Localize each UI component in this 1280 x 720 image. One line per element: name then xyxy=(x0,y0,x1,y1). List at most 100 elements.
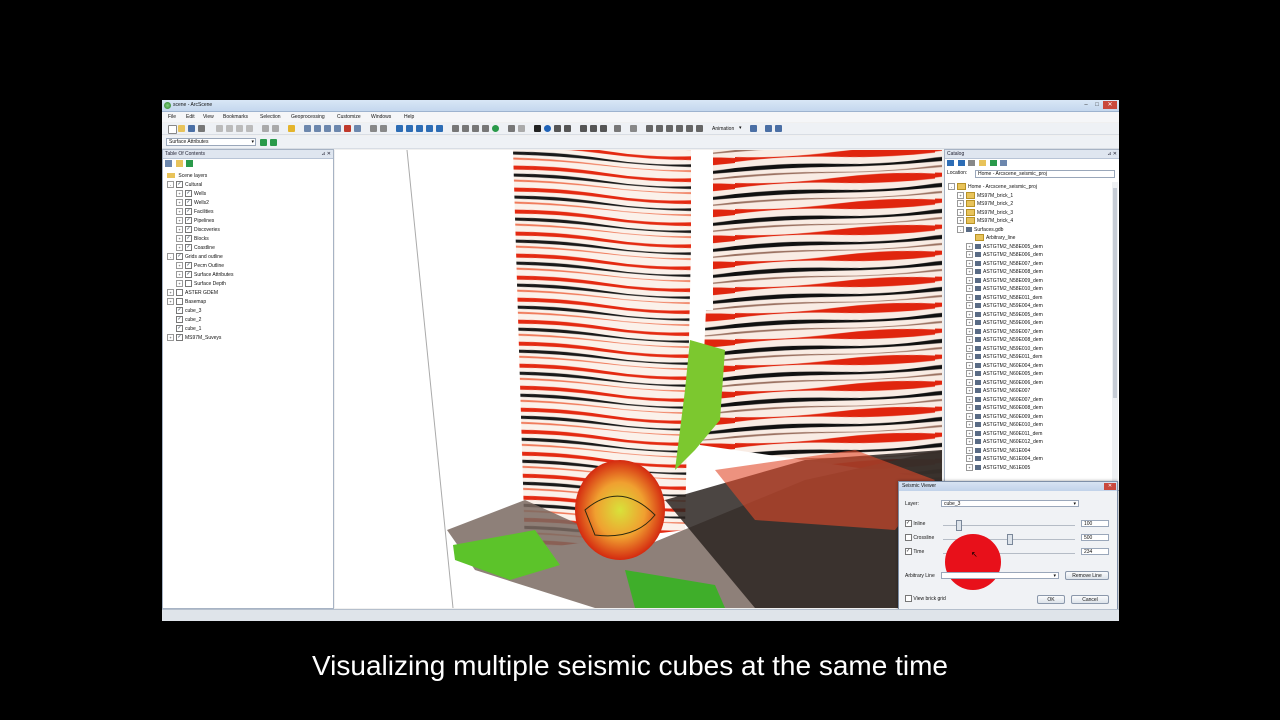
maximize-button[interactable]: □ xyxy=(1092,101,1102,109)
pin-icon[interactable]: ⊿ ✕ xyxy=(1107,150,1117,158)
catalog-raster[interactable]: + ASTGTM2_N59E004_dem xyxy=(966,302,1043,310)
catalog-raster[interactable]: + ASTGTM2_N59E005_dem xyxy=(966,310,1043,319)
cancel-button[interactable]: Cancel xyxy=(1071,595,1109,604)
catalog-raster[interactable]: + ASTGTM2_N61E004 xyxy=(966,446,1030,455)
collapse-icon[interactable]: - xyxy=(948,183,955,191)
graphics-icon[interactable] xyxy=(686,125,693,132)
connect-folder-icon[interactable] xyxy=(979,160,987,166)
expand-icon[interactable]: + xyxy=(966,327,973,335)
export-icon[interactable] xyxy=(696,125,703,132)
catalog-raster[interactable]: + ASTGTM2_N58E007_dem xyxy=(966,259,1043,268)
catalog-folder[interactable]: + MS97M_brick_3 xyxy=(957,208,1013,217)
scene-view[interactable] xyxy=(335,150,942,608)
html-popup-icon[interactable] xyxy=(600,125,607,132)
paste-icon[interactable] xyxy=(236,125,243,132)
catalog-folder[interactable]: + MS97M_brick_4 xyxy=(957,217,1013,225)
expand-icon[interactable]: + xyxy=(957,200,964,208)
animation-controls-icon[interactable] xyxy=(765,125,772,132)
new-document-icon[interactable] xyxy=(168,125,177,134)
catalog-raster[interactable]: + ASTGTM2_N58E006_dem xyxy=(966,251,1043,259)
catalog-window-icon[interactable] xyxy=(314,125,321,132)
cut-icon[interactable] xyxy=(216,125,223,132)
expand-icon[interactable]: + xyxy=(966,344,973,352)
layer-visibility-checkbox[interactable]: ✓ xyxy=(185,226,192,234)
catalog-raster[interactable]: + ASTGTM2_N59E011_dem xyxy=(966,353,1042,361)
zoom-out-icon[interactable] xyxy=(462,125,469,132)
expand-icon[interactable]: + xyxy=(966,361,973,369)
up-one-level-icon[interactable] xyxy=(968,160,976,166)
layer-visibility-checkbox[interactable]: ✓ xyxy=(185,271,192,279)
layer-visibility-checkbox[interactable]: ✓ xyxy=(176,307,183,315)
expand-icon[interactable]: + xyxy=(957,208,964,216)
toc-layer-14[interactable]: ✓ cube_3 xyxy=(167,307,201,315)
location-input[interactable]: Home - Arcscene_seismic_proj xyxy=(975,170,1115,178)
select-elements-icon[interactable] xyxy=(534,125,541,132)
expand-icon[interactable]: + xyxy=(966,353,973,361)
catalog-raster[interactable]: + ASTGTM2_N60E009_dem xyxy=(966,412,1043,421)
catalog-raster[interactable]: + ASTGTM2_N58E005_dem xyxy=(966,242,1043,251)
toc-layer-11[interactable]: + Surface Depth xyxy=(176,280,226,288)
expand-icon[interactable]: + xyxy=(966,438,973,446)
catalog-folder[interactable]: + MS97M_brick_1 xyxy=(957,191,1013,200)
target-center-icon[interactable] xyxy=(416,125,423,132)
expand-icon[interactable]: + xyxy=(176,271,183,279)
toc-layer-4[interactable]: + ✓ Pipelines xyxy=(176,217,214,225)
catalog-raster[interactable]: + ASTGTM2_N60E012_dem xyxy=(966,438,1043,446)
arbitrary-line-select[interactable]: ▾ xyxy=(941,572,1059,579)
catalog-raster[interactable]: + ASTGTM2_N59E007_dem xyxy=(966,327,1043,336)
menu-selection[interactable]: Selection xyxy=(260,114,281,120)
catalog-raster[interactable]: + ASTGTM2_N60E004_dem xyxy=(966,361,1043,370)
expand-icon[interactable]: + xyxy=(176,235,183,243)
refresh-icon[interactable] xyxy=(370,125,377,132)
menu-geoprocessing[interactable]: Geoprocessing xyxy=(291,114,325,120)
brick-grid-checkbox[interactable] xyxy=(905,595,912,602)
catalog-raster[interactable]: + ASTGTM2_N59E010_dem xyxy=(966,344,1043,353)
copy-icon[interactable] xyxy=(226,125,233,132)
catalog-raster[interactable]: + ASTGTM2_N61E004_dem xyxy=(966,455,1043,463)
redo-icon[interactable] xyxy=(272,125,279,132)
layer-visibility-checkbox[interactable]: ✓ xyxy=(185,235,192,243)
toc-layer-13[interactable]: + Basemap xyxy=(167,298,206,306)
layer-refresh-icon[interactable] xyxy=(270,139,277,146)
help-icon[interactable] xyxy=(380,125,387,132)
crossline-slider-thumb[interactable] xyxy=(1007,534,1013,545)
set-observer-icon[interactable] xyxy=(436,125,443,132)
expand-icon[interactable]: + xyxy=(966,259,973,267)
layer-visibility-checkbox[interactable]: ✓ xyxy=(185,217,192,225)
catalog-raster[interactable]: + ASTGTM2_N58E010_dem xyxy=(966,285,1043,293)
toc-layer-1[interactable]: + ✓ Wells xyxy=(176,190,206,198)
seismic-scene[interactable] xyxy=(335,150,942,608)
pan-icon[interactable] xyxy=(472,125,479,132)
playback-icon[interactable] xyxy=(666,125,673,132)
python-window-icon[interactable] xyxy=(344,125,351,132)
layer-properties-icon[interactable] xyxy=(260,139,267,146)
layer-visibility-checkbox[interactable]: ✓ xyxy=(185,208,192,216)
toc-layer-10[interactable]: + ✓ Surface Attributes xyxy=(176,271,233,279)
print-icon[interactable] xyxy=(198,125,205,132)
expand-icon[interactable]: + xyxy=(966,302,973,310)
toc-layer-6[interactable]: + ✓ Blocks xyxy=(176,235,209,243)
expand-icon[interactable]: + xyxy=(966,446,973,454)
catalog-raster[interactable]: + ASTGTM2_N58E009_dem xyxy=(966,276,1043,285)
expand-icon[interactable]: + xyxy=(176,217,183,225)
expand-icon[interactable]: + xyxy=(966,455,973,463)
back-icon[interactable] xyxy=(947,160,954,166)
menu-help[interactable]: Help xyxy=(404,114,414,120)
navigate-icon[interactable] xyxy=(396,125,403,132)
layer-visibility-checkbox[interactable]: ✓ xyxy=(176,181,183,189)
expand-icon[interactable]: + xyxy=(966,387,973,395)
toc-window-icon[interactable] xyxy=(304,125,311,132)
find-icon[interactable] xyxy=(554,125,561,132)
toc-layer-5[interactable]: + ✓ Discoveries xyxy=(176,226,220,234)
expand-icon[interactable]: + xyxy=(966,285,973,293)
catalog-raster[interactable]: + ASTGTM2_N60E011_dem xyxy=(966,429,1042,438)
expand-icon[interactable]: + xyxy=(966,429,973,437)
expand-icon[interactable]: + xyxy=(966,242,973,250)
animation-dropdown-icon[interactable]: ▾ xyxy=(739,125,742,131)
measure-icon[interactable] xyxy=(564,125,571,132)
expand-icon[interactable]: + xyxy=(957,191,964,199)
inline-slider[interactable] xyxy=(943,525,1075,526)
full-extent-icon[interactable] xyxy=(482,125,489,132)
layer-visibility-checkbox[interactable]: ✓ xyxy=(176,334,183,342)
menu-customize[interactable]: Customize xyxy=(337,114,361,120)
